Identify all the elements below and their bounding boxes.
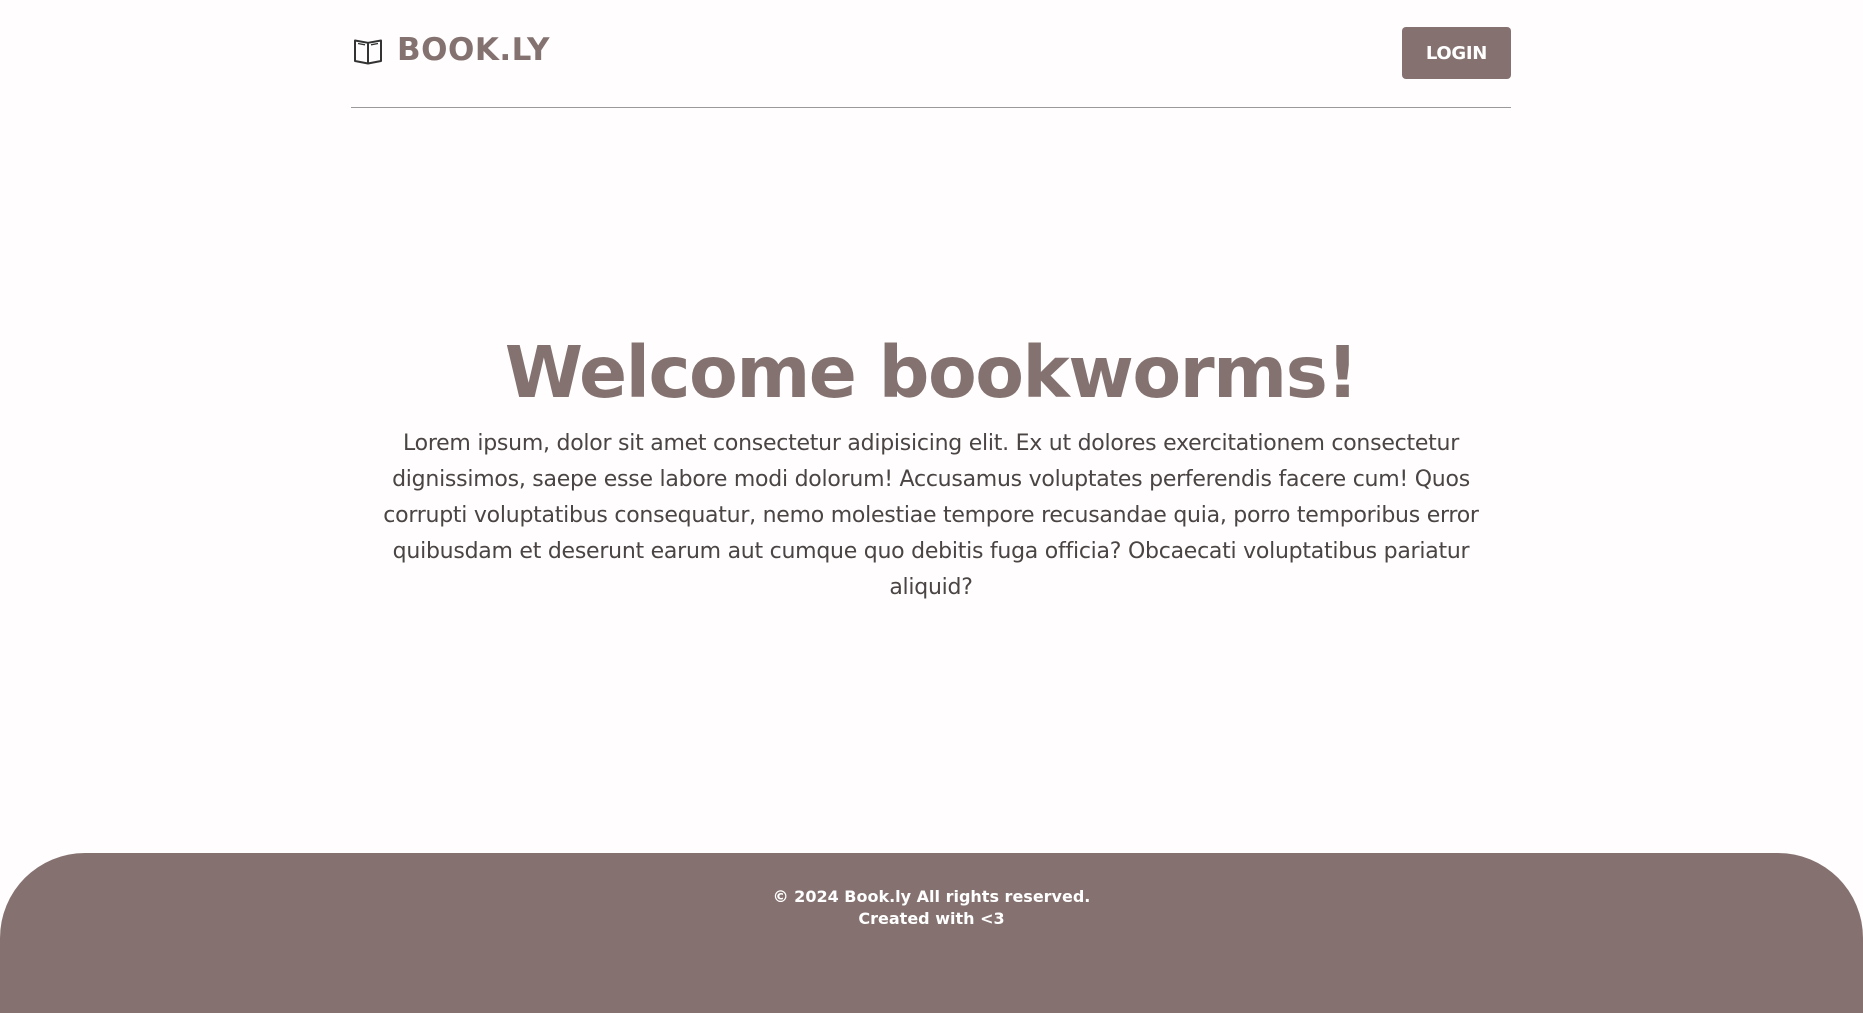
hero-section: Welcome bookworms! Lorem ipsum, dolor si… <box>351 331 1511 606</box>
hero-title: Welcome bookworms! <box>504 331 1359 414</box>
brand-logo[interactable]: BOOK.LY <box>351 33 550 67</box>
login-button[interactable]: LOGIN <box>1402 27 1511 79</box>
footer-credit: Created with <3 <box>858 909 1005 928</box>
site-header: BOOK.LY LOGIN <box>351 0 1511 108</box>
footer-copyright: © 2024 Book.ly All rights reserved. <box>772 887 1091 906</box>
book-icon <box>354 39 382 65</box>
site-footer: © 2024 Book.ly All rights reserved. Crea… <box>0 853 1863 1013</box>
hero-description: Lorem ipsum, dolor sit amet consectetur … <box>383 431 1479 600</box>
brand-name: BOOK.LY <box>397 31 551 68</box>
